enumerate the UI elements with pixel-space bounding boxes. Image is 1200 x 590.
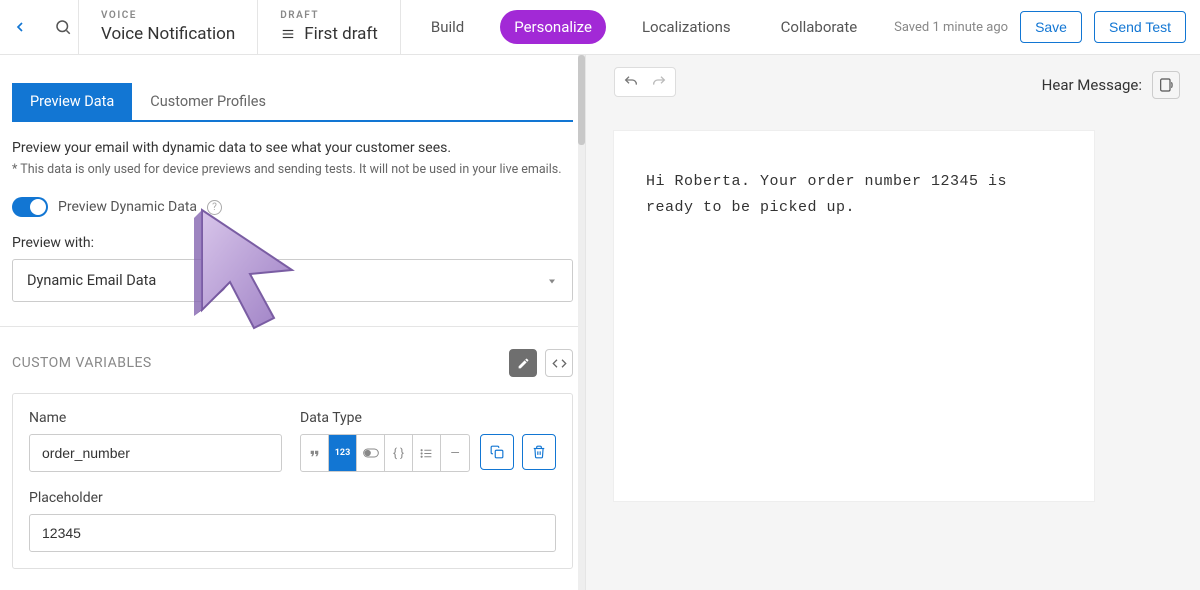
preview-dynamic-toggle[interactable] xyxy=(12,197,48,217)
quote-icon xyxy=(308,447,321,460)
preview-description: Preview your email with dynamic data to … xyxy=(0,122,585,162)
nav-build[interactable]: Build xyxy=(417,10,478,44)
undo-icon xyxy=(623,74,639,90)
delete-var-button[interactable] xyxy=(522,434,556,470)
back-button[interactable] xyxy=(6,19,34,35)
draft-cell[interactable]: DRAFT First draft xyxy=(257,0,400,54)
list-icon xyxy=(420,447,433,460)
nav-collaborate[interactable]: Collaborate xyxy=(767,10,872,44)
custom-vars-title: CUSTOM VARIABLES xyxy=(12,355,152,371)
trash-icon xyxy=(532,445,546,459)
main-nav: Build Personalize Localizations Collabor… xyxy=(400,0,887,54)
type-list-button[interactable] xyxy=(413,435,441,471)
draft-title: First draft xyxy=(304,24,378,44)
saved-ago-label: Saved 1 minute ago xyxy=(894,20,1008,35)
draft-title-row: First draft xyxy=(280,24,378,44)
chevron-down-icon xyxy=(546,275,558,287)
custom-vars-header: CUSTOM VARIABLES xyxy=(0,327,585,393)
panel-tabs: Preview Data Customer Profiles xyxy=(12,83,573,122)
toggle-row: Preview Dynamic Data ? xyxy=(0,193,585,235)
tab-preview-data[interactable]: Preview Data xyxy=(12,83,132,120)
type-null-button[interactable]: — xyxy=(441,435,469,471)
preview-note: * This data is only used for device prev… xyxy=(0,162,585,193)
voice-label: VOICE xyxy=(101,10,235,21)
save-button[interactable]: Save xyxy=(1020,11,1082,43)
nav-personalize[interactable]: Personalize xyxy=(500,10,606,44)
type-object-button[interactable]: { } xyxy=(385,435,413,471)
search-button[interactable] xyxy=(48,18,78,36)
type-boolean-button[interactable] xyxy=(357,435,385,471)
send-test-button[interactable]: Send Test xyxy=(1094,11,1186,43)
placeholder-input[interactable] xyxy=(29,514,556,552)
placeholder-label: Placeholder xyxy=(29,490,556,506)
copy-var-button[interactable] xyxy=(480,434,514,470)
tab-customer-profiles[interactable]: Customer Profiles xyxy=(132,83,284,120)
menu-icon xyxy=(280,27,296,41)
code-view-button[interactable] xyxy=(545,349,573,377)
redo-button[interactable] xyxy=(647,71,671,93)
type-string-button[interactable] xyxy=(301,435,329,471)
name-label: Name xyxy=(29,410,282,426)
voice-cell: VOICE Voice Notification xyxy=(78,0,257,54)
message-preview-card: Hi Roberta. Your order number 12345 is r… xyxy=(614,131,1094,501)
help-icon[interactable]: ? xyxy=(207,200,222,215)
datatype-label: Data Type xyxy=(300,410,556,426)
type-number-button[interactable]: 123 xyxy=(329,435,357,471)
code-icon xyxy=(552,356,567,371)
message-text: Hi Roberta. Your order number 12345 is r… xyxy=(646,169,1062,220)
edit-vars-button[interactable] xyxy=(509,349,537,377)
custom-var-card: Name Data Type 123 xyxy=(12,393,573,569)
toggle-icon xyxy=(363,448,379,458)
preview-with-label: Preview with: xyxy=(0,235,585,251)
hear-message-button[interactable] xyxy=(1152,71,1180,99)
copy-icon xyxy=(490,445,504,459)
toggle-label: Preview Dynamic Data xyxy=(58,199,197,215)
speaker-icon xyxy=(1158,77,1174,93)
hear-message-label: Hear Message: xyxy=(1042,76,1142,94)
pencil-icon xyxy=(517,357,530,370)
undo-button[interactable] xyxy=(619,71,643,93)
scrollbar[interactable] xyxy=(578,55,585,590)
chevron-left-icon xyxy=(12,19,28,35)
topbar-right: Saved 1 minute ago Save Send Test xyxy=(894,0,1200,54)
redo-icon xyxy=(651,74,667,90)
undo-redo-group xyxy=(614,67,676,97)
topbar-left xyxy=(0,0,78,54)
draft-label: DRAFT xyxy=(280,10,378,21)
search-icon xyxy=(54,18,72,36)
dropdown-value: Dynamic Email Data xyxy=(27,272,156,289)
preview-with-dropdown[interactable]: Dynamic Email Data xyxy=(12,259,573,302)
right-panel: Hear Message: Hi Roberta. Your order num… xyxy=(586,55,1200,590)
top-bar: VOICE Voice Notification DRAFT First dra… xyxy=(0,0,1200,55)
datatype-group: 123 { } — xyxy=(300,434,470,472)
name-input[interactable] xyxy=(29,434,282,472)
left-panel: Preview Data Customer Profiles Preview y… xyxy=(0,55,586,590)
custom-vars-actions xyxy=(509,349,573,377)
nav-localizations[interactable]: Localizations xyxy=(628,10,745,44)
voice-title: Voice Notification xyxy=(101,24,235,44)
